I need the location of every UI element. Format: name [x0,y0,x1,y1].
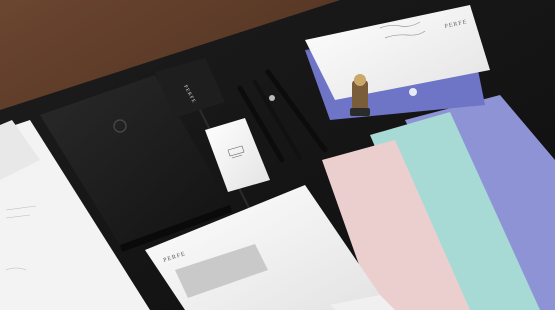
stationery-mockup-scene: PERFE PERFE PERFE [0,0,555,310]
envelope-seal [409,88,417,96]
stationery-photo: PERFE PERFE PERFE [0,0,555,310]
